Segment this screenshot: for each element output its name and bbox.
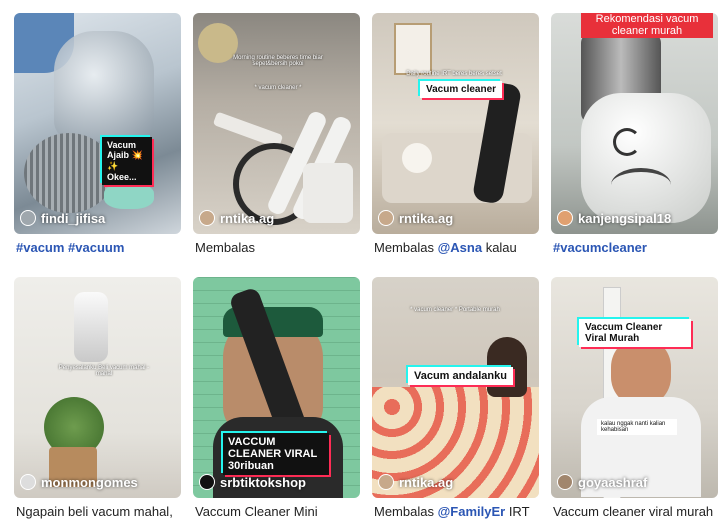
avatar (199, 474, 215, 490)
video-thumbnail[interactable]: Vacum Ajaib 💥✨ Okee... findi_jifisa (14, 13, 181, 234)
video-caption[interactable]: Vaccum Cleaner Mini (195, 504, 360, 519)
video-author[interactable]: rntika.ag (378, 210, 453, 226)
video-thumbnail[interactable]: Morning routine beberes time biar sepet&… (193, 13, 360, 234)
video-author[interactable]: findi_jifisa (20, 210, 105, 226)
video-author[interactable]: rntika.ag (378, 474, 453, 490)
video-author[interactable]: monmongomes (20, 474, 138, 490)
mention-link[interactable]: @Asna (438, 240, 482, 255)
caption-text: Membalas (374, 504, 434, 519)
video-overlay-text: Vacum andalanku (408, 367, 513, 385)
avatar (557, 210, 573, 226)
caption-text: IRT (508, 504, 530, 519)
video-thumbnail[interactable]: VACCUM CLEANER VIRAL 30ribuan srbtiktoks… (193, 277, 360, 498)
video-thumbnail[interactable]: Penyesalanku Beli vacum mahal - mahal mo… (14, 277, 181, 498)
video-author[interactable]: rntika.ag (199, 210, 274, 226)
video-caption[interactable]: #vacumcleaner (553, 240, 718, 255)
avatar (378, 474, 394, 490)
video-author[interactable]: srbtiktokshop (199, 474, 306, 490)
caption-text: Vaccum Cleaner Mini (195, 504, 318, 519)
hashtag-link[interactable]: #vacumcleaner (553, 240, 647, 255)
avatar (378, 210, 394, 226)
caption-text: Membalas (195, 240, 255, 255)
video-overlay-text: Vacum Ajaib 💥✨ Okee... (102, 137, 152, 185)
hashtag-link[interactable]: #vacum #vacuum (16, 240, 124, 255)
avatar (557, 474, 573, 490)
avatar (199, 210, 215, 226)
video-thumbnail[interactable]: * vacum cleaner * Portable murah Vacum a… (372, 277, 539, 498)
video-thumbnail[interactable]: Rekomendasi vacum cleaner murah kanjengs… (551, 13, 718, 234)
video-caption[interactable]: #vacum #vacuum (16, 240, 181, 255)
author-name: kanjengsipal18 (578, 210, 672, 226)
caption-text: Membalas (374, 240, 434, 255)
video-overlay-subtext: Daily routine IRT beres beres setset (406, 71, 502, 77)
video-caption[interactable]: Membalas @Asna kalau (374, 240, 539, 255)
avatar (20, 474, 36, 490)
video-thumbnail[interactable]: Vaccum Cleaner Viral Murah kalau nggak n… (551, 277, 718, 498)
video-author[interactable]: kanjengsipal18 (557, 210, 671, 226)
video-author[interactable]: goyaashraf (557, 474, 647, 490)
video-caption[interactable]: Vaccum cleaner viral murah (553, 504, 718, 519)
video-grid: Vacum Ajaib 💥✨ Okee... findi_jifisa #vac… (0, 0, 726, 528)
video-overlay-text: Vacum cleaner (420, 81, 503, 98)
author-name: rntika.ag (220, 210, 275, 226)
mention-link[interactable]: @FamilyEr (438, 504, 506, 519)
caption-text: Vaccum cleaner viral murah (553, 504, 714, 519)
video-overlay-subtext: kalau nggak nanti kalian kehabisan (597, 419, 677, 435)
video-caption[interactable]: Membalas @FamilyEr IRT (374, 504, 539, 519)
video-overlay-subtext: * vacum cleaner * Portable murah (410, 307, 500, 313)
author-name: rntika.ag (399, 474, 454, 490)
video-overlay-text: Rekomendasi vacum cleaner murah (581, 13, 713, 38)
video-caption[interactable]: Membalas (195, 240, 360, 255)
author-name: monmongomes (41, 474, 138, 490)
video-thumbnail[interactable]: Daily routine IRT beres beres setset Vac… (372, 13, 539, 234)
video-overlay-text: Vaccum Cleaner Viral Murah (579, 319, 691, 347)
author-name: findi_jifisa (41, 210, 106, 226)
video-overlay-subtext: * vacum cleaner * (254, 85, 302, 91)
video-overlay-text: Morning routine beberes time biar sepet&… (233, 55, 323, 67)
author-name: goyaashraf (578, 474, 648, 490)
author-name: srbtiktokshop (220, 474, 306, 490)
video-overlay-text: VACCUM CLEANER VIRAL 30ribuan (223, 433, 329, 475)
avatar (20, 210, 36, 226)
caption-text: kalau (485, 240, 517, 255)
video-caption[interactable]: Ngapain beli vacum mahal, (16, 504, 181, 519)
caption-text: Ngapain beli vacum mahal, (16, 504, 173, 519)
video-overlay-text: Penyesalanku Beli vacum mahal - mahal (58, 365, 150, 377)
author-name: rntika.ag (399, 210, 454, 226)
